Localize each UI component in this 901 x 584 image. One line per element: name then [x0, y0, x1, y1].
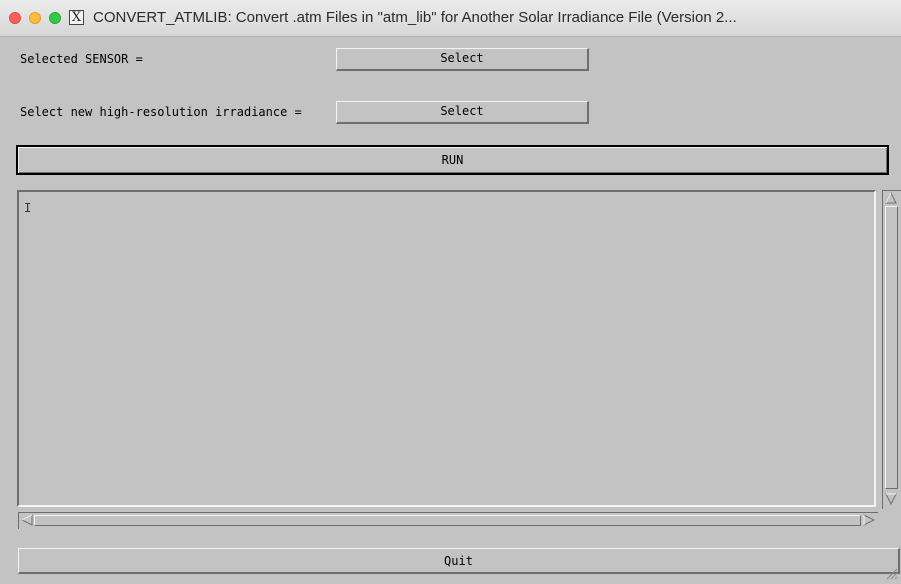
- select-irradiance-button[interactable]: Select: [336, 101, 589, 124]
- scroll-down-icon[interactable]: [885, 493, 897, 505]
- close-icon[interactable]: [9, 12, 21, 24]
- x11-icon: X: [69, 10, 84, 25]
- select-sensor-button[interactable]: Select: [336, 48, 589, 71]
- scroll-left-icon[interactable]: [21, 514, 33, 526]
- maximize-icon[interactable]: [49, 12, 61, 24]
- quit-button[interactable]: Quit: [18, 548, 900, 574]
- window-title: CONVERT_ATMLIB: Convert .atm Files in "a…: [93, 9, 737, 26]
- sensor-label: Selected SENSOR =: [20, 52, 143, 66]
- resize-grip-icon[interactable]: [884, 566, 898, 580]
- run-button[interactable]: RUN: [16, 145, 889, 175]
- irradiance-label: Select new high-resolution irradiance =: [20, 105, 302, 119]
- output-text-area[interactable]: [17, 190, 876, 507]
- horizontal-scroll-thumb[interactable]: [34, 515, 861, 526]
- title-bar: X CONVERT_ATMLIB: Convert .atm Files in …: [0, 0, 901, 37]
- minimize-icon[interactable]: [29, 12, 41, 24]
- text-cursor: I: [24, 201, 32, 215]
- scroll-right-icon[interactable]: [863, 514, 875, 526]
- scroll-up-icon[interactable]: [885, 192, 897, 204]
- vertical-scroll-thumb[interactable]: [885, 206, 898, 489]
